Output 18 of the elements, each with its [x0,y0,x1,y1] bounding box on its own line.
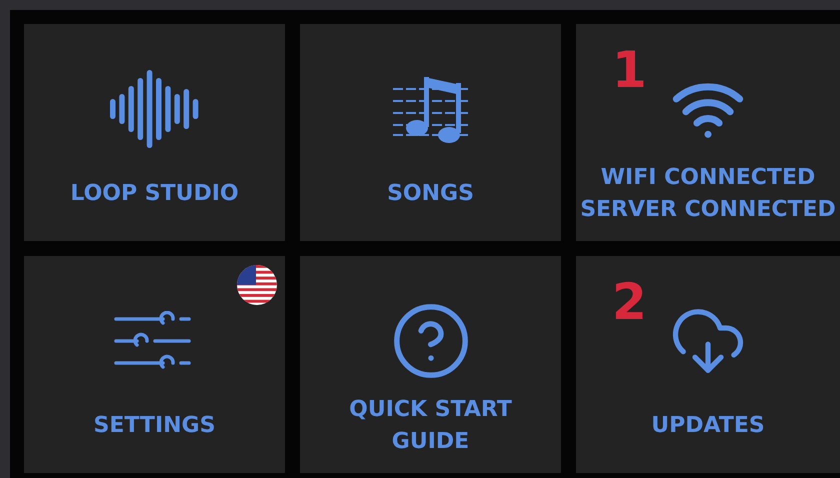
menu-tile[interactable]: SETTINGS [24,256,285,473]
tile-label: QUICK START [349,396,512,424]
tile-label: LOOP STUDIO [70,180,239,208]
waveform-icon [108,69,202,149]
tile-label: SERVER CONNECTED [580,196,836,224]
menu-tile[interactable]: WIFI CONNECTED SERVER CONNECTED 1 [576,24,840,241]
menu-tile[interactable]: SONGS [300,24,561,241]
menu-tile[interactable]: UPDATES 2 [576,256,840,473]
menu-tile[interactable]: QUICK START GUIDE [300,256,561,473]
tile-label: SONGS [387,180,474,208]
flag-icon [237,265,277,305]
tile-label: WIFI CONNECTED [600,164,816,192]
tile-label: UPDATES [651,412,765,440]
tile-label: SETTINGS [94,412,216,440]
callout-number: 2 [612,274,647,330]
callout-number: 1 [612,42,647,98]
menu-tile[interactable]: LOOP STUDIO [24,24,285,241]
tile-label: GUIDE [392,428,470,456]
